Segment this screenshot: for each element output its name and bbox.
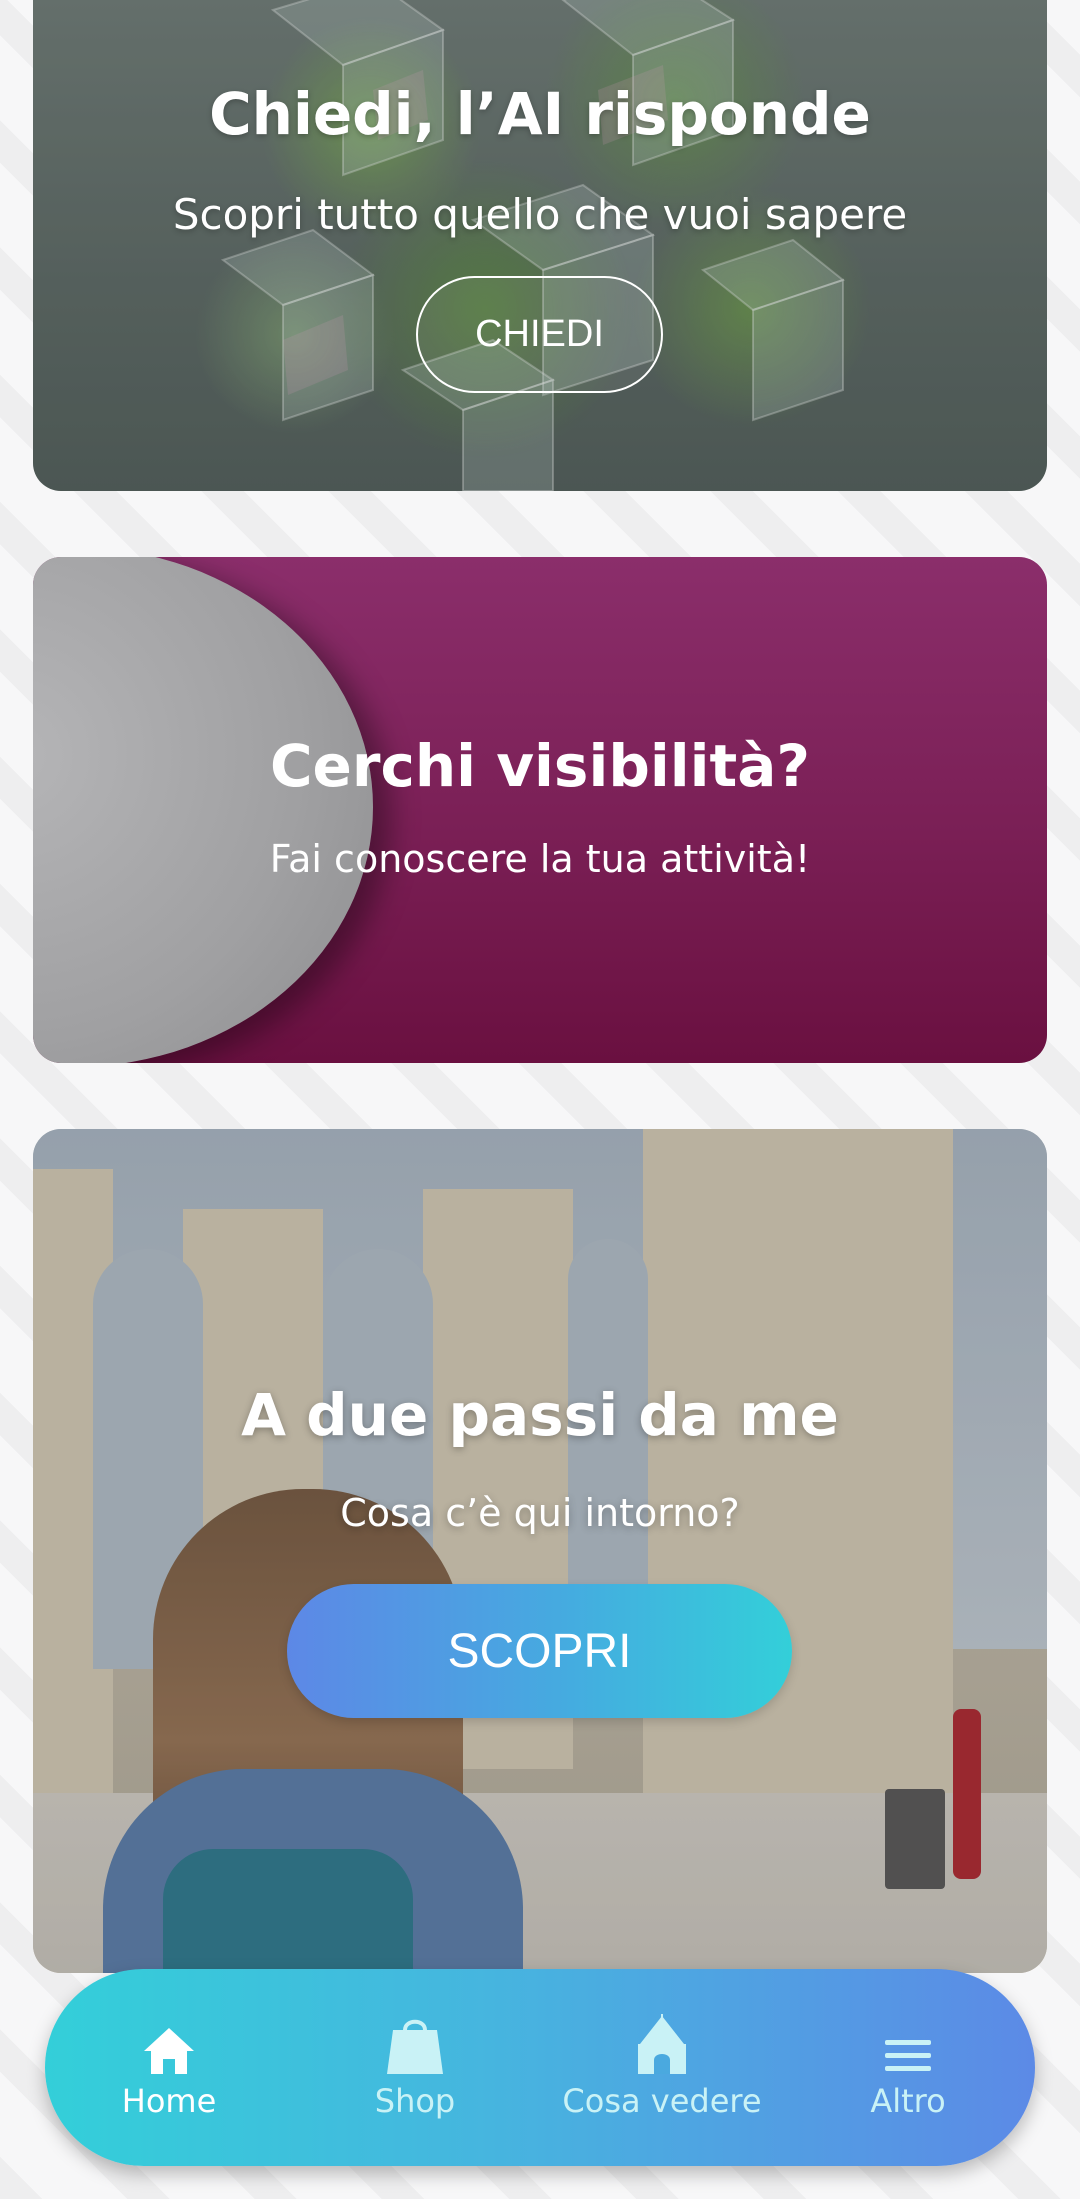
nearby-card[interactable]: A due passi da me Cosa c’è qui intorno? … <box>33 1129 1047 1973</box>
discover-button[interactable]: SCOPRI <box>287 1584 792 1718</box>
image-overlay <box>33 0 1047 491</box>
nav-item-shop[interactable]: Shop <box>305 1969 525 2166</box>
nav-item-altro[interactable]: Altro <box>798 1969 1018 2166</box>
nav-label: Shop <box>374 2081 456 2120</box>
ask-button[interactable]: CHIEDI <box>416 276 663 393</box>
shopping-bag-icon <box>385 2016 445 2076</box>
nav-label: Altro <box>870 2081 946 2120</box>
card-subtitle: Scopri tutto quello che vuoi sapere <box>172 190 908 239</box>
nav-item-cosa-vedere[interactable]: Cosa vedere <box>552 1969 772 2166</box>
card-subtitle: Fai conoscere la tua attività! <box>269 837 811 881</box>
nav-label: Cosa vedere <box>562 2081 762 2120</box>
bottom-navigation: Home Shop Cosa vedere Altro <box>45 1969 1035 2166</box>
image-overlay <box>33 1129 1047 1973</box>
home-icon <box>142 2016 196 2076</box>
card-subtitle: Cosa c’è qui intorno? <box>340 1491 740 1535</box>
card-title: Cerchi visibilità? <box>269 732 810 800</box>
nav-item-home[interactable]: Home <box>59 1969 279 2166</box>
card-title: A due passi da me <box>241 1381 839 1449</box>
ai-card[interactable]: Chiedi, l’AI risponde Scopri tutto quell… <box>33 0 1047 491</box>
menu-icon <box>883 2016 933 2076</box>
trullo-icon <box>632 2013 692 2076</box>
paper-circle-image <box>33 557 373 1063</box>
card-title: Chiedi, l’AI risponde <box>209 80 871 148</box>
visibility-card[interactable]: Cerchi visibilità? Fai conoscere la tua … <box>33 557 1047 1063</box>
nav-label: Home <box>121 2081 217 2120</box>
